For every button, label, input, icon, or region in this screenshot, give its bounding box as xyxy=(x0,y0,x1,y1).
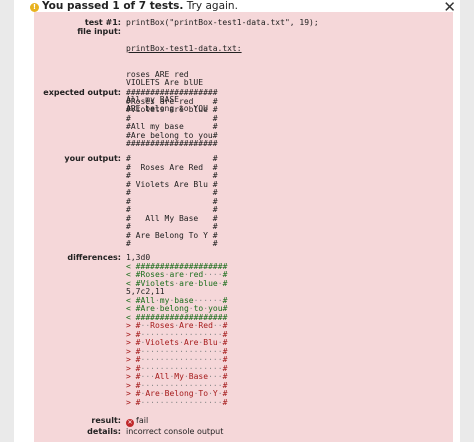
expected-output-value: ################### #Roses are red # #Viol… xyxy=(126,88,218,149)
your-output-value: # # # Roses Are Red # # # # Violets Are Blu… xyxy=(126,154,218,249)
test-status-bar: ! You passed 1 of 7 tests. Try again. xyxy=(14,0,460,12)
diff-added-line: > #·················# xyxy=(126,397,228,407)
your-output-line: # # xyxy=(126,239,218,248)
test-result-panel: test #1: printBox("printBox-test1-data.t… xyxy=(34,12,453,442)
passed-summary: You passed 1 of 7 tests. xyxy=(42,0,184,12)
file-line: VIOLETS Are blUE xyxy=(126,78,204,87)
result-label: result: xyxy=(91,416,121,425)
file-link[interactable]: printBox-test1-data.txt: xyxy=(126,44,242,54)
file-input-label: file input: xyxy=(77,27,121,36)
differences-label: differences: xyxy=(67,253,121,262)
expected-output-label: expected output: xyxy=(43,88,121,97)
differences-value: 1,3d0 < ################### < #Roses·are·r… xyxy=(126,253,228,407)
test-call: printBox("printBox-test1-data.txt", 19); xyxy=(126,18,319,27)
retry-text: Try again. xyxy=(186,0,238,12)
details-value: incorrect console output xyxy=(126,427,224,436)
left-margin xyxy=(0,0,14,442)
expected-line: ################### xyxy=(126,139,218,148)
your-output-label: your output: xyxy=(64,154,121,163)
details-label: details: xyxy=(87,427,121,436)
result-value: ✕ fail xyxy=(126,416,149,427)
fail-icon: ✕ xyxy=(126,419,134,427)
result-text: fail xyxy=(136,416,149,425)
right-margin xyxy=(460,0,474,442)
warning-icon: ! xyxy=(30,3,39,12)
